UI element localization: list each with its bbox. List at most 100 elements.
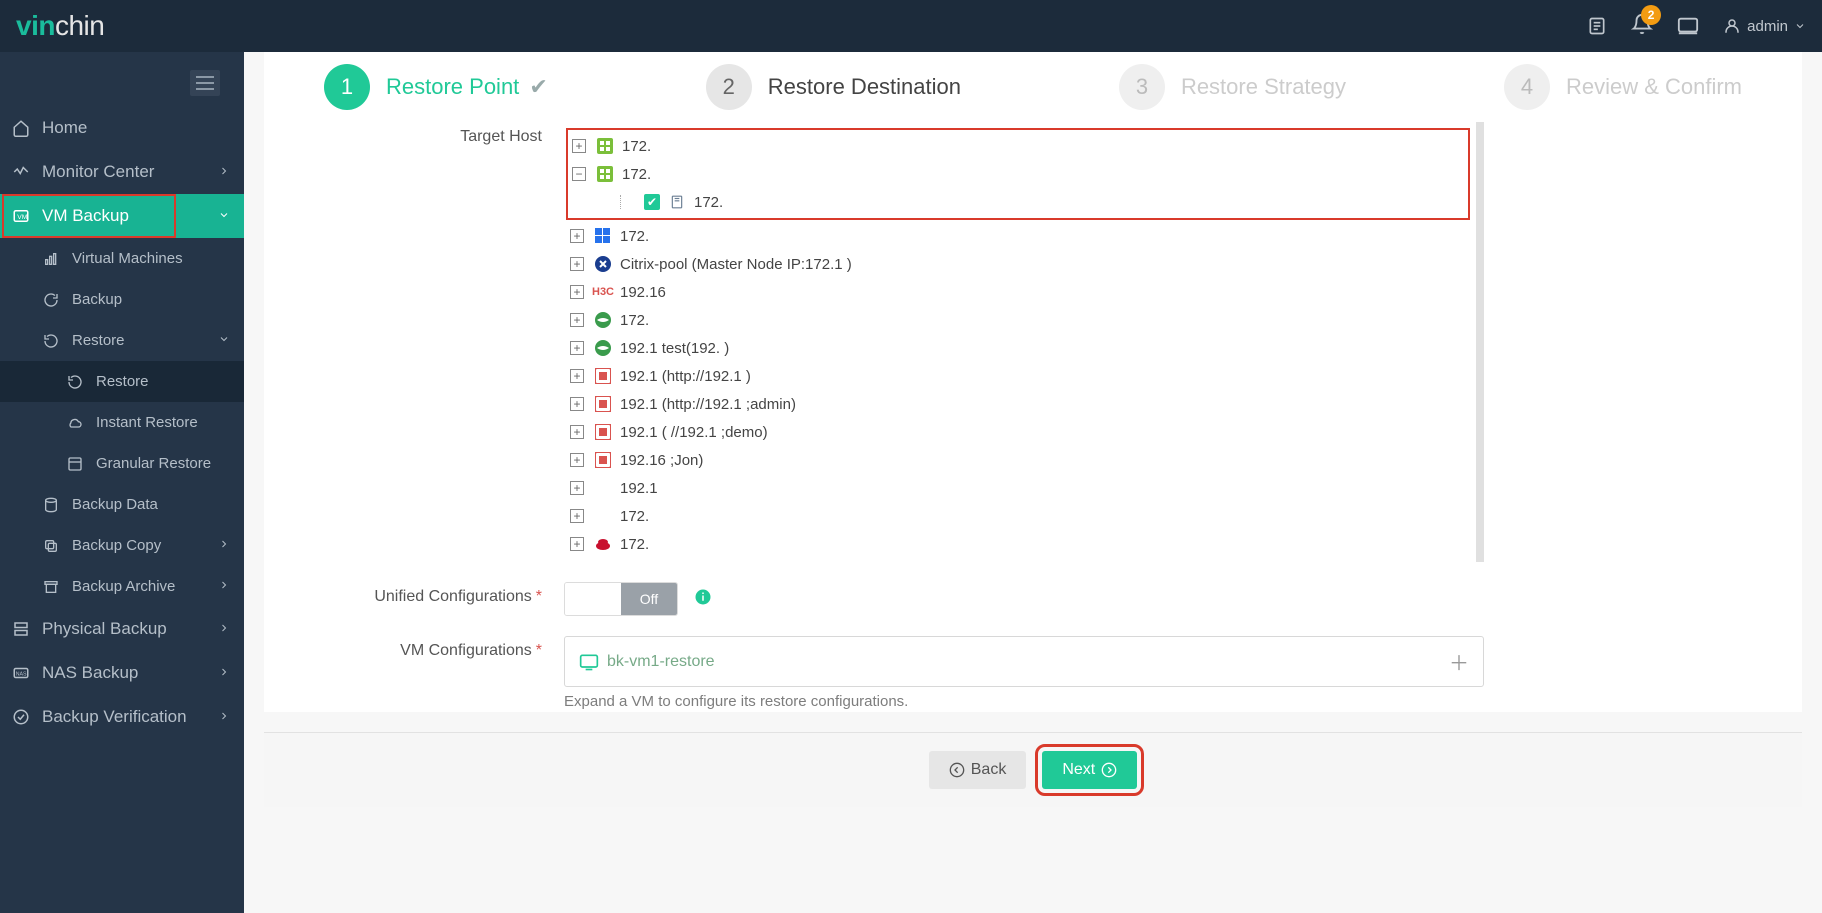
logo: vinchin	[16, 10, 104, 42]
step-2[interactable]: 2Restore Destination	[706, 64, 961, 110]
nav-item-backup-copy[interactable]: Backup Copy	[0, 525, 244, 566]
nav-label: NAS Backup	[42, 663, 138, 683]
step-1[interactable]: 1Restore Point ✔	[324, 64, 548, 110]
expand-icon[interactable]: +	[570, 425, 584, 439]
verify-icon	[10, 708, 32, 726]
notifications-bell[interactable]: 2	[1631, 13, 1653, 40]
expand-icon[interactable]: +	[572, 139, 586, 153]
nav-item-restore[interactable]: Restore	[0, 320, 244, 361]
cloud-icon	[64, 415, 86, 431]
nav-item-home[interactable]: Home	[0, 106, 244, 150]
tree-node[interactable]: +192.1 (http://192.1 )	[570, 362, 1470, 390]
toggle-unified-config[interactable]: Off	[564, 582, 678, 616]
expand-icon[interactable]: +	[570, 509, 584, 523]
tree-node[interactable]: +Citrix-pool (Master Node IP:172.1 )	[570, 250, 1470, 278]
platform-icon	[594, 367, 612, 385]
doc-icon[interactable]	[1587, 16, 1607, 36]
node-label: 192.1 (http://192.1 )	[620, 368, 751, 385]
expand-icon[interactable]: +	[570, 341, 584, 355]
chevron-icon	[218, 206, 230, 226]
chevron-icon	[218, 332, 230, 349]
node-label: 172.	[620, 312, 649, 329]
copy-icon	[40, 538, 62, 554]
nav-label: Monitor Center	[42, 162, 154, 182]
toggle-on-side	[565, 583, 621, 615]
nav-item-vm-backup[interactable]: VMVM Backup	[0, 194, 244, 238]
nav-item-physical-backup[interactable]: Physical Backup	[0, 607, 244, 651]
row-target-host: Target Host +172. −172. ✔172. +172. +Cit…	[564, 122, 1722, 562]
nav-label: Restore	[72, 332, 125, 349]
step-label: Restore Destination	[768, 74, 961, 100]
node-label: 172.	[620, 536, 649, 553]
node-label: 172.	[622, 166, 651, 183]
tree-node[interactable]: +172.	[570, 530, 1470, 558]
step-label: Review & Confirm	[1566, 74, 1742, 100]
tree-node[interactable]: +192.1 (http://192.1 ;admin)	[570, 390, 1470, 418]
tree-node[interactable]: +192.1 test(192. )	[570, 334, 1470, 362]
checkbox-checked-icon[interactable]: ✔	[644, 194, 660, 210]
platform-icon	[594, 339, 612, 357]
tree-node[interactable]: +172.	[570, 222, 1470, 250]
next-button[interactable]: Next	[1042, 751, 1137, 789]
step-label: Restore Point ✔	[386, 74, 548, 100]
host-icon	[668, 193, 686, 211]
platform-icon	[594, 479, 612, 497]
node-label: 172.	[622, 138, 651, 155]
add-vm-icon[interactable]: ＋	[1449, 647, 1469, 676]
tree-node[interactable]: +172.	[570, 502, 1470, 530]
vm-configurations-box[interactable]: bk-vm1-restore ＋	[564, 636, 1484, 687]
tree-node[interactable]: +192.1 ( //192.1 ;demo)	[570, 418, 1470, 446]
expand-icon[interactable]: +	[570, 481, 584, 495]
info-icon[interactable]	[694, 588, 712, 611]
monitor-icon[interactable]	[1677, 15, 1699, 37]
tree-node[interactable]: +172.	[572, 132, 1464, 160]
reload-icon	[40, 292, 62, 308]
nav-label: Instant Restore	[96, 414, 198, 431]
chevron-down-icon	[1794, 20, 1806, 32]
nav-item-restore[interactable]: Restore	[0, 361, 244, 402]
nav-item-backup-archive[interactable]: Backup Archive	[0, 566, 244, 607]
nav-item-backup[interactable]: Backup	[0, 279, 244, 320]
node-label: 192.16 ;Jon)	[620, 452, 703, 469]
tree-node-child[interactable]: ✔172.	[572, 188, 1464, 216]
nav-item-virtual-machines[interactable]: Virtual Machines	[0, 238, 244, 279]
tree-node[interactable]: − 172.	[572, 160, 1464, 188]
expand-icon[interactable]: +	[570, 229, 584, 243]
step-3[interactable]: 3Restore Strategy	[1119, 64, 1346, 110]
tree-node[interactable]: +192.16 ;Jon)	[570, 446, 1470, 474]
expand-icon[interactable]: +	[570, 537, 584, 551]
target-host-tree[interactable]: +172. −172. ✔172. +172. +Citrix-pool (Ma…	[564, 122, 1484, 562]
menu-toggle[interactable]	[190, 70, 220, 96]
expand-icon[interactable]: +	[570, 453, 584, 467]
monitor-icon	[10, 163, 32, 181]
label-vm-config: VM Configurations*	[284, 636, 564, 687]
expand-icon[interactable]: +	[570, 313, 584, 327]
expand-icon[interactable]: +	[570, 369, 584, 383]
nav-item-backup-verification[interactable]: Backup Verification	[0, 695, 244, 739]
home-icon	[10, 119, 32, 137]
step-4[interactable]: 4Review & Confirm	[1504, 64, 1742, 110]
granular-icon	[64, 456, 86, 472]
expand-icon[interactable]: +	[570, 257, 584, 271]
nav-item-backup-data[interactable]: Backup Data	[0, 484, 244, 525]
vm-icon: VM	[10, 207, 32, 225]
nav-item-instant-restore[interactable]: Instant Restore	[0, 402, 244, 443]
tree-node[interactable]: +H3C192.16	[570, 278, 1470, 306]
platform-icon	[594, 535, 612, 553]
back-button[interactable]: Back	[929, 751, 1027, 789]
topbar-right: 2 admin	[1587, 13, 1806, 40]
collapse-icon[interactable]: −	[572, 167, 586, 181]
nav-label: Backup Data	[72, 496, 158, 513]
nav-item-granular-restore[interactable]: Granular Restore	[0, 443, 244, 484]
logo-suffix: chin	[55, 10, 104, 41]
expand-icon[interactable]: +	[570, 397, 584, 411]
nav-item-monitor-center[interactable]: Monitor Center	[0, 150, 244, 194]
expand-icon[interactable]: +	[570, 285, 584, 299]
tree-node[interactable]: +172.	[570, 306, 1470, 334]
platform-icon	[594, 451, 612, 469]
nav-item-nas-backup[interactable]: NASNAS Backup	[0, 651, 244, 695]
toggle-off-side: Off	[621, 583, 677, 615]
user-menu[interactable]: admin	[1723, 17, 1806, 35]
platform-icon	[596, 165, 614, 183]
tree-node[interactable]: +192.1	[570, 474, 1470, 502]
